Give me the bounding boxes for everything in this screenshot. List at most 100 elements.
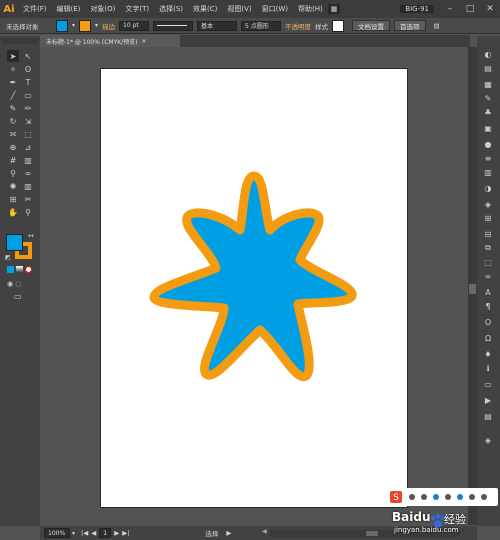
- brush-definition-dropdown[interactable]: 基本: [197, 20, 238, 31]
- menu-view[interactable]: 视图(V): [222, 4, 256, 14]
- menu-help[interactable]: 帮助(H): [293, 4, 328, 14]
- transform-panel-icon[interactable]: ⬚: [481, 256, 495, 268]
- actions-panel-icon[interactable]: ▶: [481, 394, 495, 406]
- scale-tool-icon[interactable]: ⇲: [22, 115, 34, 127]
- blend-tool-icon[interactable]: ∞: [22, 167, 34, 179]
- gradient-panel-icon[interactable]: ▥: [481, 166, 495, 178]
- zoom-dropdown-icon[interactable]: ▾: [72, 530, 75, 537]
- shape-builder-tool-icon[interactable]: ⊕: [7, 141, 19, 153]
- default-colors-icon[interactable]: ◩: [5, 254, 11, 261]
- perspective-grid-tool-icon[interactable]: ⊿: [22, 141, 34, 153]
- artboard-tool-icon[interactable]: ⊞: [7, 193, 19, 205]
- glyphs-panel-icon[interactable]: Ω: [481, 332, 495, 344]
- swap-fill-stroke-icon[interactable]: ↔: [28, 232, 34, 240]
- stroke-label[interactable]: 描边: [102, 21, 115, 31]
- fill-box[interactable]: [6, 234, 23, 251]
- graphic-style-swatch[interactable]: [332, 19, 345, 32]
- type-tool-icon[interactable]: T: [22, 76, 34, 88]
- mesh-tool-icon[interactable]: #: [7, 154, 19, 166]
- menu-select[interactable]: 选择(S): [154, 4, 188, 14]
- stroke-panel-icon[interactable]: ≡: [481, 152, 495, 164]
- info-panel-icon[interactable]: ℹ: [481, 362, 495, 374]
- close-window-icon[interactable]: ✕: [480, 0, 500, 18]
- width-tool-icon[interactable]: ⟗: [7, 128, 19, 140]
- column-graph-tool-icon[interactable]: ▥: [22, 180, 34, 192]
- color-mode-icon[interactable]: [7, 266, 14, 273]
- fill-swatch[interactable]: [56, 19, 68, 32]
- star-path[interactable]: [149, 171, 357, 382]
- draw-mode-icon[interactable]: ◉ ◌: [7, 280, 21, 288]
- document-tab[interactable]: 未标题-1* @ 100% (CMYK/预览) ×: [40, 35, 180, 47]
- prev-artboard-icon[interactable]: ◀: [91, 529, 96, 537]
- rectangle-tool-icon[interactable]: ▭: [22, 89, 34, 101]
- zoom-level-field[interactable]: 100%: [44, 528, 70, 538]
- pencil-tool-icon[interactable]: ✏: [22, 102, 34, 114]
- slice-tool-icon[interactable]: ✂: [22, 193, 34, 205]
- line-tool-icon[interactable]: ╱: [7, 89, 19, 101]
- type-panel-icon[interactable]: A: [481, 286, 495, 298]
- gradient-tool-icon[interactable]: ▥: [22, 154, 34, 166]
- brushes-panel-icon[interactable]: ✎: [481, 92, 495, 104]
- next-artboard-icon[interactable]: ▶: [114, 529, 119, 537]
- scroll-left-icon[interactable]: ◀: [262, 528, 267, 535]
- point-size-dropdown[interactable]: 5 点圆形: [241, 20, 282, 31]
- vertical-scroll-thumb[interactable]: [469, 284, 476, 294]
- lasso-tool-icon[interactable]: ʘ: [22, 63, 34, 75]
- zoom-tool-icon[interactable]: ⚲: [22, 206, 34, 218]
- pen-tool-icon[interactable]: ✒: [7, 76, 19, 88]
- paintbrush-tool-icon[interactable]: ✎: [7, 102, 19, 114]
- stroke-weight-input[interactable]: 10 pt: [119, 20, 150, 31]
- menu-object[interactable]: 对象(O): [85, 4, 120, 14]
- attributes-panel-icon[interactable]: ▤: [481, 410, 495, 422]
- navigator-panel-icon[interactable]: ♦: [481, 348, 495, 360]
- bridge-icon[interactable]: ▦: [327, 4, 341, 14]
- arrange-icon[interactable]: ▤: [434, 22, 440, 30]
- eyedropper-tool-icon[interactable]: ⚲: [7, 167, 19, 179]
- screen-mode-icon[interactable]: ▭: [14, 292, 22, 301]
- opentype-panel-icon[interactable]: O: [481, 316, 495, 328]
- symbols-panel-icon[interactable]: ♣: [481, 106, 495, 118]
- opacity-label[interactable]: 不透明度: [285, 21, 311, 31]
- layers-stack-icon[interactable]: ◈: [481, 434, 495, 446]
- last-artboard-icon[interactable]: ▶|: [122, 529, 129, 537]
- close-tab-icon[interactable]: ×: [142, 38, 147, 45]
- appearance-panel-icon[interactable]: ●: [481, 138, 495, 150]
- document-setup-button[interactable]: 文档设置: [352, 20, 391, 31]
- artboards-panel-icon[interactable]: ⊞: [481, 212, 495, 224]
- layers-panel-icon[interactable]: ◈: [481, 198, 495, 210]
- graphic-styles-panel-icon[interactable]: ▣: [481, 122, 495, 134]
- workspace-switcher[interactable]: BIG-91: [400, 5, 434, 13]
- document-info-panel-icon[interactable]: ▭: [481, 378, 495, 390]
- gradient-mode-icon[interactable]: [16, 266, 23, 273]
- menu-effect[interactable]: 效果(C): [188, 4, 222, 14]
- symbol-sprayer-tool-icon[interactable]: ✺: [7, 180, 19, 192]
- preferences-button[interactable]: 首选项: [394, 20, 426, 31]
- menu-type[interactable]: 文字(T): [120, 4, 154, 14]
- swatches-panel-icon[interactable]: ▦: [481, 78, 495, 90]
- links-panel-icon[interactable]: ∞: [481, 270, 495, 282]
- direct-selection-tool-icon[interactable]: ↖: [22, 50, 34, 62]
- transparency-panel-icon[interactable]: ◑: [481, 182, 495, 194]
- variable-width-profile[interactable]: [153, 20, 194, 31]
- none-mode-icon[interactable]: [25, 266, 32, 273]
- align-panel-icon[interactable]: ⊟: [481, 228, 495, 240]
- tools-panel-grip[interactable]: [2, 38, 38, 44]
- pathfinder-panel-icon[interactable]: ⧉: [481, 242, 495, 254]
- status-menu-icon[interactable]: ▶: [226, 529, 231, 537]
- minimize-icon[interactable]: –: [440, 0, 460, 18]
- paragraph-panel-icon[interactable]: ¶: [481, 300, 495, 312]
- magic-wand-tool-icon[interactable]: ✧: [7, 63, 19, 75]
- horizontal-scroll-thumb[interactable]: [366, 531, 378, 536]
- hand-tool-icon[interactable]: ✋: [7, 206, 19, 218]
- free-transform-tool-icon[interactable]: ⬚: [22, 128, 34, 140]
- color-guide-panel-icon[interactable]: ▤: [481, 62, 495, 74]
- stroke-dropdown-icon[interactable]: ▾: [95, 22, 98, 29]
- artboard-number-field[interactable]: 1: [99, 528, 112, 538]
- first-artboard-icon[interactable]: |◀: [81, 529, 88, 537]
- star-shape[interactable]: [142, 168, 370, 388]
- stroke-swatch[interactable]: [79, 19, 92, 32]
- menu-edit[interactable]: 编辑(E): [52, 4, 86, 14]
- selection-tool-icon[interactable]: ➤: [7, 50, 19, 62]
- rotate-tool-icon[interactable]: ↻: [7, 115, 19, 127]
- maximize-icon[interactable]: □: [460, 0, 480, 18]
